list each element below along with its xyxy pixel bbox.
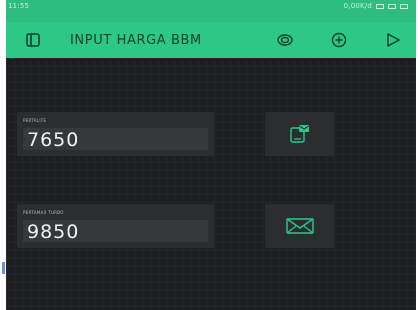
email-app-icon <box>289 125 309 143</box>
widget-canvas: PERTALITE 7650 PERTAMAX TURBO 9850 <box>6 58 416 310</box>
alarm-icon <box>376 3 384 9</box>
status-bar: 11:55 0,00K/d <box>6 0 416 22</box>
project-switch-icon[interactable] <box>24 31 42 49</box>
add-widget-icon[interactable] <box>330 31 348 49</box>
status-icons: 0,00K/d <box>344 2 408 10</box>
value-display-pertamax-turbo[interactable]: PERTAMAX TURBO 9850 <box>17 204 214 248</box>
signal-icon <box>388 3 396 9</box>
mail-icon <box>285 218 314 234</box>
email-button-pertalite[interactable] <box>265 112 334 156</box>
battery-icon <box>400 3 408 9</box>
network-speed: 0,00K/d <box>343 2 372 10</box>
status-time: 11:55 <box>8 2 30 10</box>
settings-icon[interactable] <box>276 31 294 49</box>
value-display-pertalite[interactable]: PERTALITE 7650 <box>17 112 214 156</box>
widget-label: PERTAMAX TURBO <box>23 210 64 215</box>
widget-value: 7650 <box>27 129 80 151</box>
widget-value: 9850 <box>27 221 80 243</box>
edge-marker <box>2 262 5 274</box>
email-button-pertamax[interactable] <box>265 204 334 248</box>
play-icon[interactable] <box>384 31 402 49</box>
value-box: 9850 <box>23 220 208 243</box>
phone-screen: 11:55 0,00K/d INPUT HARGA BBM PERTALITE … <box>6 0 416 310</box>
widget-label: PERTALITE <box>23 118 47 123</box>
project-title: INPUT HARGA BBM <box>70 33 202 48</box>
value-box: 7650 <box>23 128 208 151</box>
app-toolbar: INPUT HARGA BBM <box>6 22 416 58</box>
